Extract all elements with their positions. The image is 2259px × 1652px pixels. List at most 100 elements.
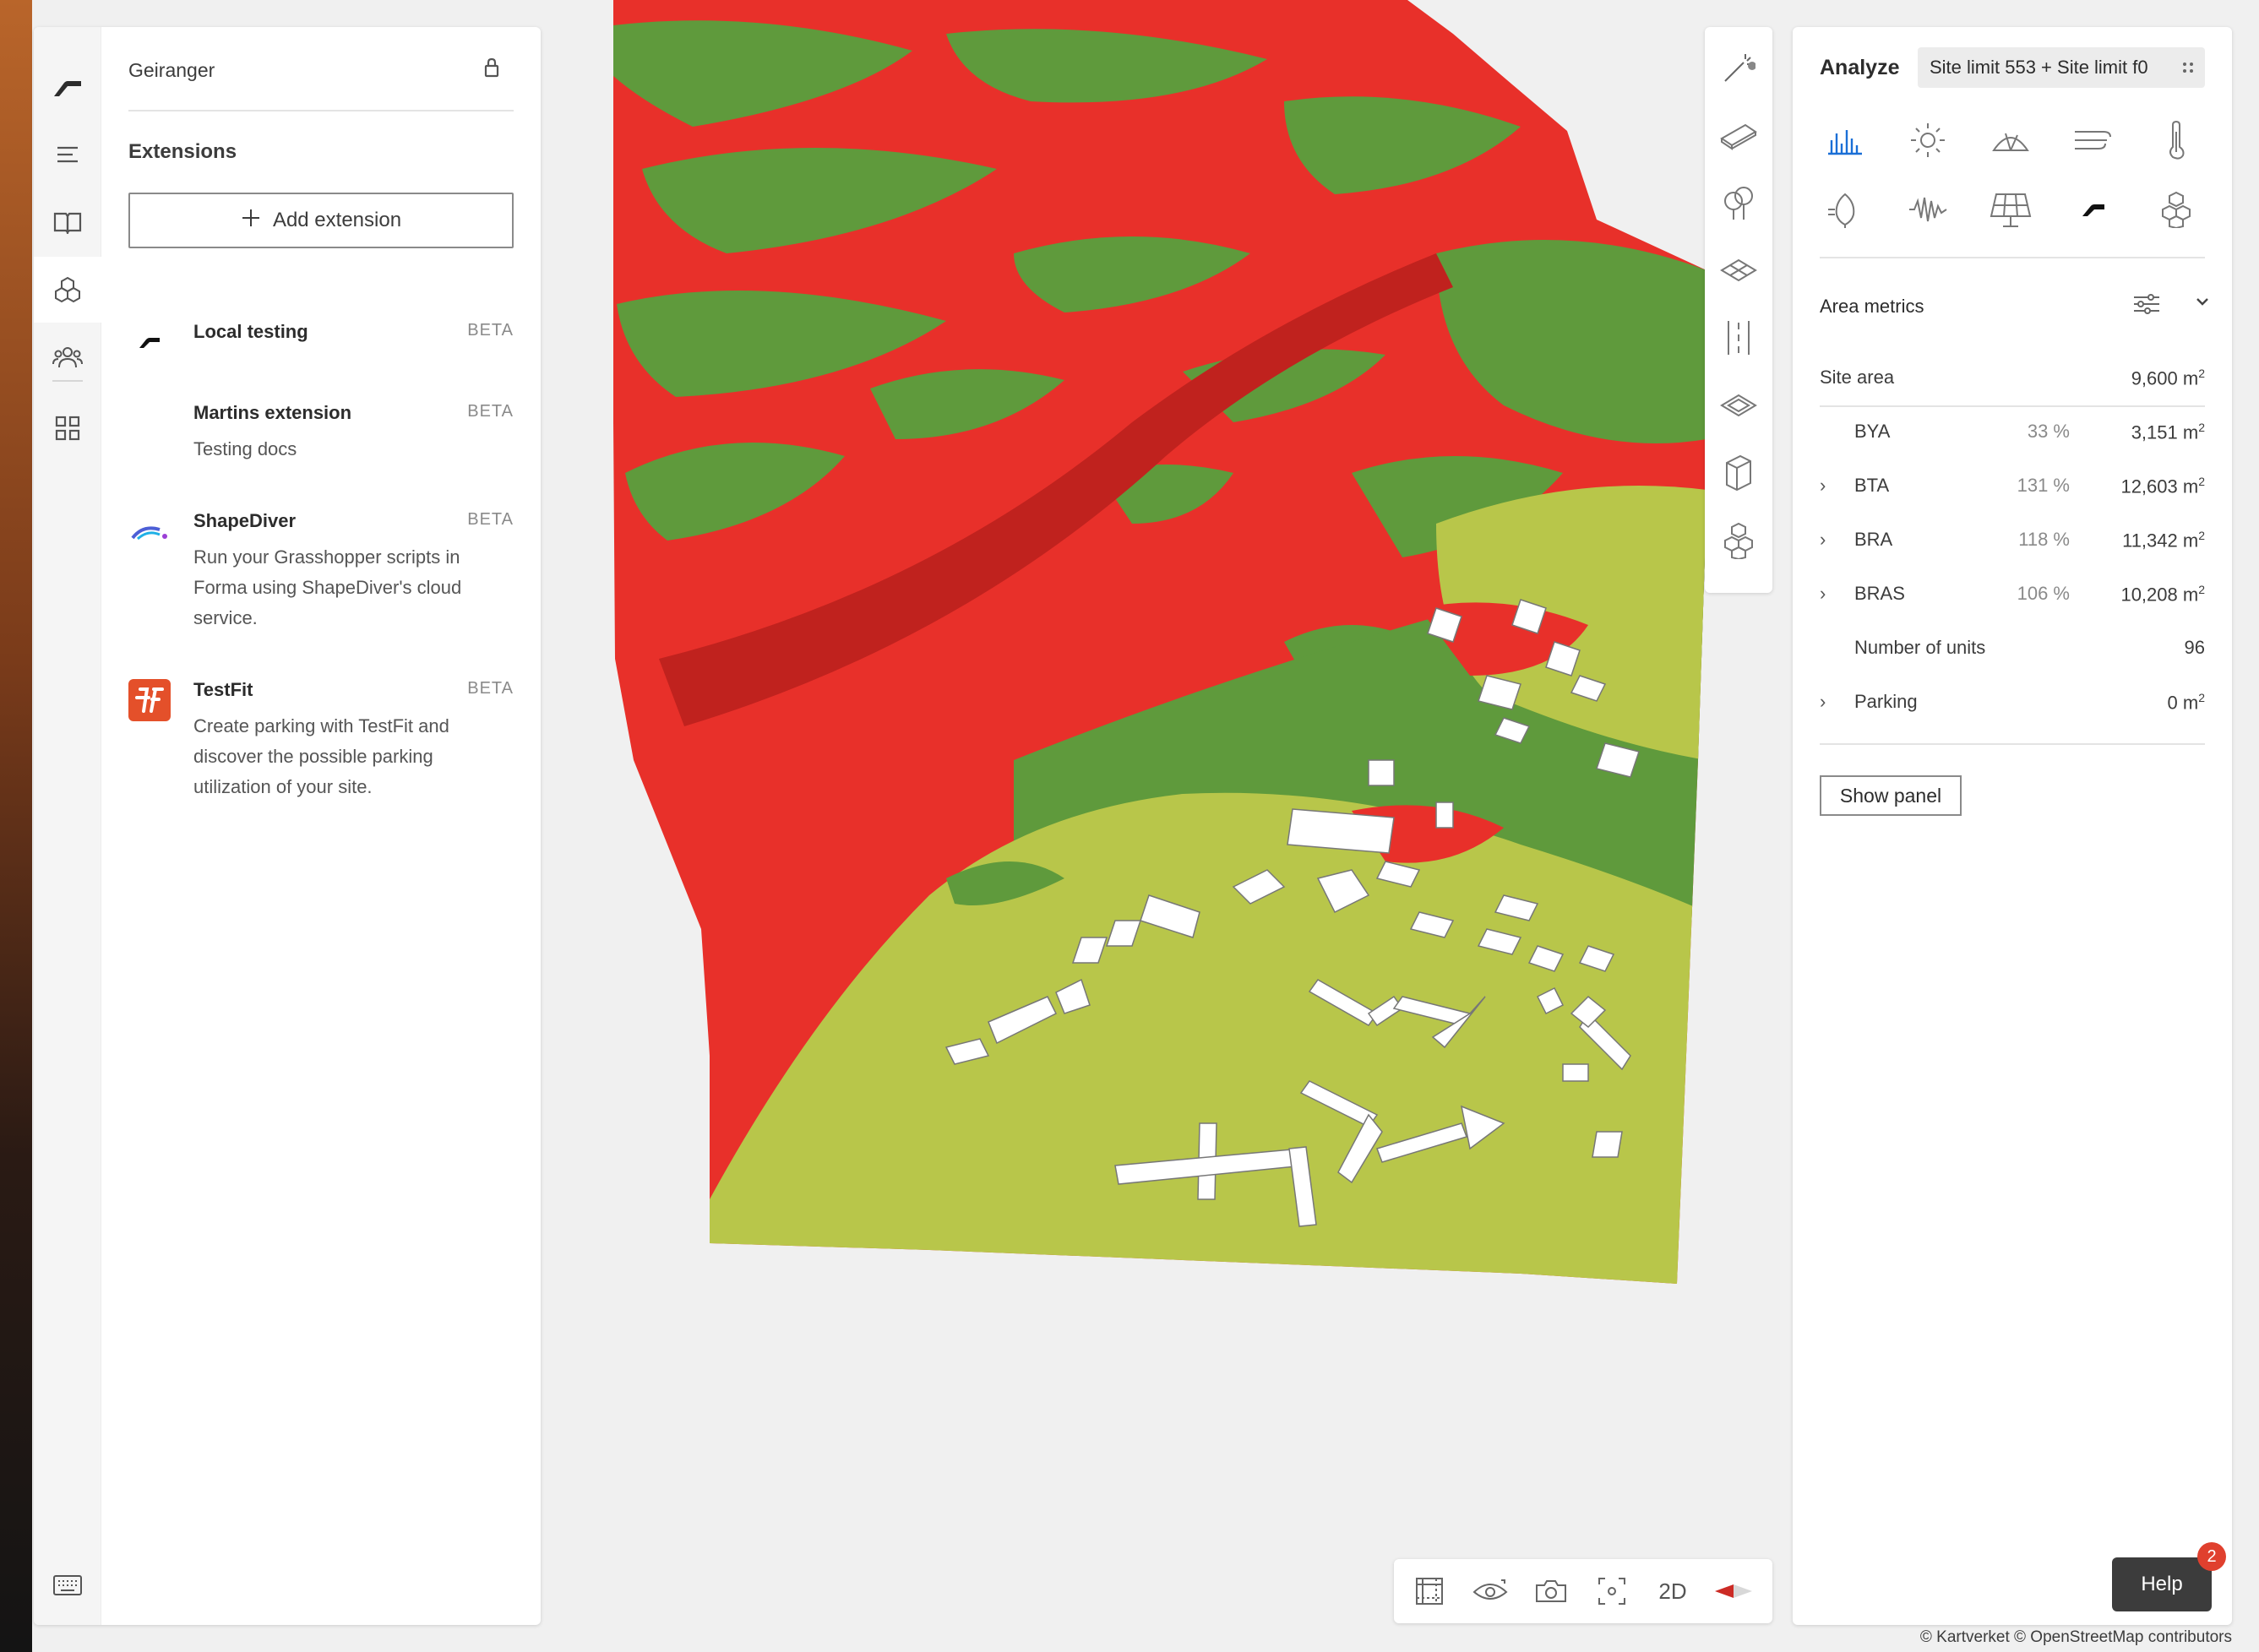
view-mode-2d-button[interactable]: 2D [1647, 1566, 1698, 1617]
apps-icon[interactable] [34, 395, 101, 461]
desktop-background [0, 0, 32, 1652]
left-panel: Geiranger Extensions Add extension Local… [34, 27, 541, 1625]
metric-value: 3,151 m2 [2131, 421, 2205, 443]
cubes-icon[interactable] [2151, 184, 2202, 235]
terrain-icon[interactable] [1705, 101, 1772, 169]
shapediver-logo [128, 510, 171, 552]
metric-row[interactable]: › Parking 0 m2 [1820, 686, 2205, 720]
road-icon[interactable] [1705, 304, 1772, 372]
zone-icon[interactable] [1705, 236, 1772, 304]
extension-description: Testing docs [193, 438, 297, 459]
camera-icon[interactable] [1526, 1566, 1576, 1617]
chevron-right-icon[interactable]: › [1820, 583, 1826, 605]
metric-label: BRAS [1854, 583, 1905, 604]
metric-row: Site area 9,600 m2 [1820, 361, 2205, 395]
extension-item-local-testing[interactable]: Local testing BETA [128, 321, 514, 372]
sun-icon[interactable] [1902, 115, 1953, 166]
metric-row: BYA 33 % 3,151 m2 [1820, 416, 2205, 449]
design-tool-strip [1705, 27, 1772, 593]
thermometer-icon[interactable] [2151, 115, 2202, 166]
notification-badge: 2 [2197, 1542, 2226, 1571]
keyboard-icon[interactable] [34, 1552, 101, 1618]
beta-badge: BETA [467, 321, 514, 340]
book-icon[interactable] [34, 189, 101, 255]
eye-icon[interactable] [1465, 1566, 1516, 1617]
extensions-heading: Extensions [128, 140, 237, 163]
metric-value: 11,342 m2 [2122, 529, 2205, 552]
metric-label: BYA [1854, 421, 1891, 442]
plus-icon [241, 208, 261, 234]
metric-divider [1820, 405, 2205, 407]
extension-name: Martins extension [193, 402, 352, 423]
extension-item-shapediver[interactable]: ShapeDiver BETA Run your Grasshopper scr… [128, 510, 514, 637]
magic-wand-icon[interactable] [1705, 34, 1772, 101]
wind-icon[interactable] [2068, 115, 2119, 166]
metric-label: Site area [1820, 367, 1895, 388]
map-viewport[interactable] [591, 0, 1723, 1318]
metric-percent: 106 % [2017, 583, 2070, 604]
grip-icon [2181, 57, 2195, 83]
forma-icon[interactable] [2068, 184, 2119, 235]
rail-divider [52, 380, 83, 382]
bar-chart-icon[interactable] [1820, 115, 1870, 166]
chevron-right-icon[interactable]: › [1820, 529, 1826, 551]
energy-icon[interactable] [1820, 184, 1870, 235]
header-divider [128, 110, 514, 111]
extension-name: ShapeDiver [193, 510, 297, 531]
extension-description: Create parking with TestFit and discover… [193, 715, 449, 797]
project-title: Geiranger [128, 59, 215, 81]
view-toolbar: 2D [1394, 1559, 1772, 1623]
extension-name: Local testing [193, 321, 308, 342]
lock-icon[interactable] [483, 57, 500, 82]
solar-panel-icon[interactable] [1985, 184, 2036, 235]
beta-badge: BETA [467, 510, 514, 529]
metric-label: BRA [1854, 529, 1893, 550]
section-box-icon[interactable] [1404, 1566, 1455, 1617]
metric-label: Parking [1854, 691, 1918, 712]
metric-label: Number of units [1854, 637, 1986, 658]
nav-rail [34, 27, 101, 1625]
metric-label: BTA [1854, 475, 1890, 496]
extension-description: Run your Grasshopper scripts in Forma us… [193, 546, 462, 628]
site-selector-value: Site limit 553 + Site limit f0 [1930, 57, 2148, 78]
extensions-panel: Geiranger Extensions Add extension Local… [101, 27, 541, 1625]
chevron-right-icon[interactable]: › [1820, 475, 1826, 497]
compass-icon[interactable] [1708, 1566, 1759, 1617]
forma-logo[interactable] [34, 56, 101, 122]
area-metrics-title: Area metrics [1820, 296, 1924, 317]
analyze-panel: Analyze Site limit 553 + Site limit f0 A… [1793, 27, 2232, 1625]
terrain-slope-analysis [613, 0, 1706, 1284]
add-extension-button[interactable]: Add extension [128, 193, 514, 248]
help-button[interactable]: Help [2112, 1557, 2212, 1611]
testfit-logo [128, 679, 171, 721]
extension-item-martins[interactable]: Martins extension BETA Testing docs [128, 402, 514, 478]
chevron-down-icon[interactable] [2195, 296, 2210, 312]
cubes-icon[interactable] [34, 257, 101, 323]
chevron-right-icon[interactable]: › [1820, 691, 1826, 713]
tree-icon[interactable] [1705, 169, 1772, 236]
site-selector[interactable]: Site limit 553 + Site limit f0 [1918, 47, 2205, 88]
cluster-icon[interactable] [1705, 507, 1772, 574]
metric-value: 10,208 m2 [2120, 583, 2205, 606]
metric-value: 12,603 m2 [2120, 475, 2205, 497]
show-panel-button[interactable]: Show panel [1820, 775, 1962, 816]
metric-row[interactable]: › BRA 118 % 11,342 m2 [1820, 524, 2205, 557]
metric-row[interactable]: › BRAS 106 % 10,208 m2 [1820, 578, 2205, 611]
metric-percent: 131 % [2017, 475, 2070, 496]
analyze-divider [1820, 257, 2205, 258]
extension-name: TestFit [193, 679, 253, 700]
extension-item-testfit[interactable]: TestFit BETA Create parking with TestFit… [128, 679, 514, 806]
daylight-icon[interactable] [1985, 115, 2036, 166]
metric-percent: 33 % [2027, 421, 2070, 442]
metric-row[interactable]: › BTA 131 % 12,603 m2 [1820, 470, 2205, 503]
sliders-icon[interactable] [2132, 292, 2161, 320]
map-attribution: © Kartverket © OpenStreetMap contributor… [1919, 1628, 2232, 1646]
metric-percent: 118 % [2018, 529, 2070, 550]
noise-icon[interactable] [1902, 184, 1953, 235]
building-icon[interactable] [1705, 439, 1772, 507]
plane-icon[interactable] [1705, 372, 1772, 439]
layers-icon[interactable] [34, 122, 101, 187]
focus-icon[interactable] [1587, 1566, 1637, 1617]
analyze-title: Analyze [1820, 56, 1900, 79]
metric-value: 96 [2184, 637, 2205, 658]
